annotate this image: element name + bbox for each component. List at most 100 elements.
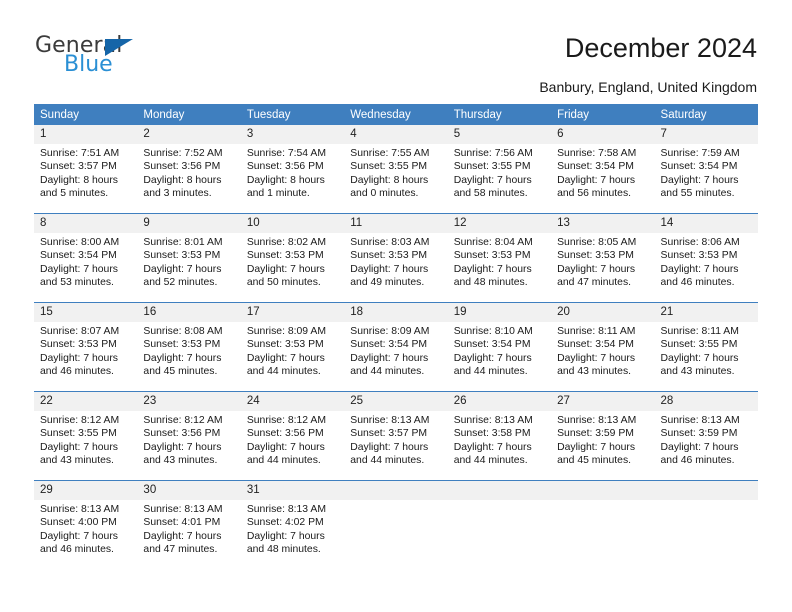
calendar-day-cell[interactable]: 5 Sunrise: 7:56 AM Sunset: 3:55 PM Dayli…: [447, 125, 552, 214]
day-details: Sunrise: 8:02 AM Sunset: 3:53 PM Dayligh…: [241, 233, 344, 290]
day-number: 12: [447, 214, 552, 233]
daylight-text-line1: Daylight: 7 hours: [40, 530, 118, 542]
general-blue-logo[interactable]: General Blue: [35, 33, 215, 81]
sunset-text: Sunset: 3:54 PM: [453, 339, 531, 351]
daylight-text-line2: and 43 minutes.: [557, 366, 632, 378]
daylight-text-line2: and 43 minutes.: [143, 455, 218, 467]
day-details: Sunrise: 8:05 AM Sunset: 3:53 PM Dayligh…: [551, 233, 654, 290]
daylight-text-line1: Daylight: 7 hours: [350, 352, 429, 364]
daylight-text-line2: and 49 minutes.: [350, 277, 425, 289]
calendar-day-cell[interactable]: 13 Sunrise: 8:05 AM Sunset: 3:53 PM Dayl…: [551, 213, 655, 303]
daylight-text-line2: and 46 minutes.: [40, 544, 114, 556]
day-number: 5: [447, 125, 552, 144]
daylight-text-line1: Daylight: 7 hours: [143, 352, 222, 364]
calendar-week-row: 1 Sunrise: 7:51 AM Sunset: 3:57 PM Dayli…: [34, 125, 758, 214]
calendar-day-cell[interactable]: 27 Sunrise: 8:13 AM Sunset: 3:59 PM Dayl…: [551, 391, 655, 481]
calendar-day-cell[interactable]: 22 Sunrise: 8:12 AM Sunset: 3:55 PM Dayl…: [34, 391, 138, 481]
day-details: Sunrise: 7:51 AM Sunset: 3:57 PM Dayligh…: [34, 144, 137, 201]
day-details: Sunrise: 8:12 AM Sunset: 3:56 PM Dayligh…: [241, 411, 344, 468]
sunset-text: Sunset: 3:54 PM: [557, 161, 634, 173]
daylight-text-line2: and 48 minutes.: [246, 544, 321, 556]
day-details: Sunrise: 8:10 AM Sunset: 3:54 PM Dayligh…: [448, 322, 551, 379]
calendar-day-cell[interactable]: 25 Sunrise: 8:13 AM Sunset: 3:57 PM Dayl…: [344, 391, 448, 481]
daylight-text-line1: Daylight: 7 hours: [246, 530, 325, 542]
day-details: Sunrise: 8:11 AM Sunset: 3:55 PM Dayligh…: [655, 322, 758, 379]
page-header: General Blue December 2024 Banbury, Engl…: [0, 0, 792, 96]
column-header-wednesday: Wednesday: [344, 104, 448, 125]
daylight-text-line2: and 48 minutes.: [453, 277, 528, 289]
sunrise-text: Sunrise: 7:56 AM: [453, 148, 533, 159]
day-number: 4: [344, 125, 448, 144]
calendar-day-cell[interactable]: 29 Sunrise: 8:13 AM Sunset: 4:00 PM Dayl…: [34, 480, 138, 569]
sunset-text: Sunset: 3:56 PM: [246, 428, 324, 440]
calendar-day-cell[interactable]: 21 Sunrise: 8:11 AM Sunset: 3:55 PM Dayl…: [654, 302, 758, 392]
sunrise-text: Sunrise: 8:04 AM: [453, 237, 533, 248]
calendar-day-cell[interactable]: 10 Sunrise: 8:02 AM Sunset: 3:53 PM Dayl…: [240, 213, 345, 303]
daylight-text-line1: Daylight: 7 hours: [246, 352, 325, 364]
calendar-day-cell[interactable]: 23 Sunrise: 8:12 AM Sunset: 3:56 PM Dayl…: [137, 391, 241, 481]
calendar-day-cell[interactable]: 1 Sunrise: 7:51 AM Sunset: 3:57 PM Dayli…: [34, 125, 138, 214]
calendar-day-cell[interactable]: 19 Sunrise: 8:10 AM Sunset: 3:54 PM Dayl…: [447, 302, 552, 392]
calendar-day-cell[interactable]: 9 Sunrise: 8:01 AM Sunset: 3:53 PM Dayli…: [137, 213, 241, 303]
daylight-text-line2: and 1 minute.: [246, 188, 310, 200]
day-details: Sunrise: 8:13 AM Sunset: 4:02 PM Dayligh…: [241, 500, 344, 557]
calendar-day-cell[interactable]: 30 Sunrise: 8:13 AM Sunset: 4:01 PM Dayl…: [137, 480, 241, 569]
calendar-day-cell[interactable]: 24 Sunrise: 8:12 AM Sunset: 3:56 PM Dayl…: [240, 391, 345, 481]
day-details: Sunrise: 8:11 AM Sunset: 3:54 PM Dayligh…: [551, 322, 654, 379]
calendar-day-cell[interactable]: 12 Sunrise: 8:04 AM Sunset: 3:53 PM Dayl…: [447, 213, 552, 303]
calendar-day-cell[interactable]: 26 Sunrise: 8:13 AM Sunset: 3:58 PM Dayl…: [447, 391, 552, 481]
calendar-day-cell[interactable]: 20 Sunrise: 8:11 AM Sunset: 3:54 PM Dayl…: [551, 302, 655, 392]
daylight-text-line2: and 44 minutes.: [453, 455, 528, 467]
sunrise-text: Sunrise: 8:13 AM: [246, 504, 326, 515]
calendar-day-cell[interactable]: 18 Sunrise: 8:09 AM Sunset: 3:54 PM Dayl…: [344, 302, 448, 392]
sunset-text: Sunset: 3:53 PM: [350, 250, 428, 262]
calendar-day-cell[interactable]: 11 Sunrise: 8:03 AM Sunset: 3:53 PM Dayl…: [344, 213, 448, 303]
daylight-text-line2: and 46 minutes.: [660, 455, 735, 467]
daylight-text-line1: Daylight: 7 hours: [143, 530, 222, 542]
calendar-day-cell[interactable]: 3 Sunrise: 7:54 AM Sunset: 3:56 PM Dayli…: [240, 125, 345, 214]
sunset-text: Sunset: 3:53 PM: [246, 339, 324, 351]
daylight-text-line1: Daylight: 7 hours: [350, 441, 429, 453]
sunrise-text: Sunrise: 7:55 AM: [350, 148, 430, 159]
calendar-day-cell[interactable]: 15 Sunrise: 8:07 AM Sunset: 3:53 PM Dayl…: [34, 302, 138, 392]
day-details: Sunrise: 8:13 AM Sunset: 4:01 PM Dayligh…: [137, 500, 240, 557]
day-number: 22: [34, 392, 138, 411]
calendar-day-cell[interactable]: 31 Sunrise: 8:13 AM Sunset: 4:02 PM Dayl…: [240, 480, 345, 569]
calendar-day-cell[interactable]: 7 Sunrise: 7:59 AM Sunset: 3:54 PM Dayli…: [654, 125, 758, 214]
calendar-day-cell[interactable]: 28 Sunrise: 8:13 AM Sunset: 3:59 PM Dayl…: [654, 391, 758, 481]
day-number: 14: [654, 214, 758, 233]
day-details: Sunrise: 8:13 AM Sunset: 4:00 PM Dayligh…: [34, 500, 137, 557]
daylight-text-line2: and 44 minutes.: [350, 455, 425, 467]
daylight-text-line2: and 56 minutes.: [557, 188, 632, 200]
calendar-week-row: 22 Sunrise: 8:12 AM Sunset: 3:55 PM Dayl…: [34, 391, 758, 481]
calendar-day-cell[interactable]: 16 Sunrise: 8:08 AM Sunset: 3:53 PM Dayl…: [137, 302, 241, 392]
calendar-day-cell[interactable]: 4 Sunrise: 7:55 AM Sunset: 3:55 PM Dayli…: [344, 125, 448, 214]
day-number: 1: [34, 125, 138, 144]
day-details: Sunrise: 8:03 AM Sunset: 3:53 PM Dayligh…: [344, 233, 447, 290]
day-number: 30: [137, 481, 241, 500]
calendar-day-cell[interactable]: 2 Sunrise: 7:52 AM Sunset: 3:56 PM Dayli…: [137, 125, 241, 214]
sunset-text: Sunset: 4:02 PM: [246, 517, 324, 529]
calendar-day-cell[interactable]: 17 Sunrise: 8:09 AM Sunset: 3:53 PM Dayl…: [240, 302, 345, 392]
daylight-text-line2: and 47 minutes.: [143, 544, 218, 556]
calendar-day-cell[interactable]: 8 Sunrise: 8:00 AM Sunset: 3:54 PM Dayli…: [34, 213, 138, 303]
column-header-sunday: Sunday: [34, 104, 138, 125]
logo-text-blue: Blue: [64, 52, 113, 77]
daylight-text-line1: Daylight: 7 hours: [40, 352, 118, 364]
day-number: 20: [551, 303, 655, 322]
daylight-text-line2: and 5 minutes.: [40, 188, 109, 200]
daylight-text-line1: Daylight: 7 hours: [660, 352, 739, 364]
daylight-text-line2: and 45 minutes.: [143, 366, 218, 378]
day-details: Sunrise: 7:59 AM Sunset: 3:54 PM Dayligh…: [655, 144, 758, 201]
daylight-text-line2: and 47 minutes.: [557, 277, 632, 289]
calendar-day-cell[interactable]: 14 Sunrise: 8:06 AM Sunset: 3:53 PM Dayl…: [654, 213, 758, 303]
sunrise-text: Sunrise: 8:02 AM: [246, 237, 326, 248]
daylight-text-line2: and 45 minutes.: [557, 455, 632, 467]
calendar-day-cell[interactable]: 6 Sunrise: 7:58 AM Sunset: 3:54 PM Dayli…: [551, 125, 655, 214]
daylight-text-line1: Daylight: 7 hours: [453, 441, 532, 453]
day-number: 25: [344, 392, 448, 411]
sunset-text: Sunset: 3:54 PM: [557, 339, 634, 351]
day-number: 29: [34, 481, 138, 500]
daylight-text-line1: Daylight: 7 hours: [143, 441, 222, 453]
sunrise-text: Sunrise: 8:11 AM: [557, 326, 636, 337]
